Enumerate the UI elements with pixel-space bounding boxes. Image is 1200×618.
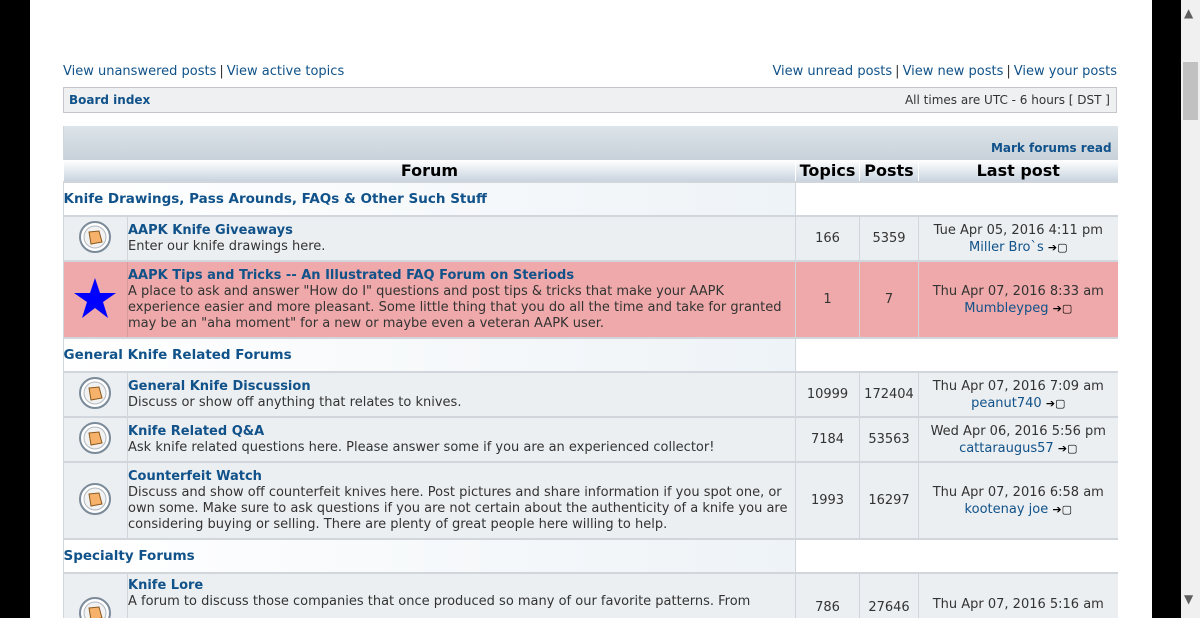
posts-count: 16297 [859, 461, 919, 539]
category-row: General Knife Related Forums [63, 337, 1118, 372]
last-post-author-link[interactable]: Mumbleypeg [964, 301, 1048, 316]
forum-row: General Knife Discussion Discuss or show … [63, 371, 1118, 417]
last-post-date: Thu Apr 07, 2016 8:33 am [932, 283, 1104, 299]
category-row: Specialty Forums [63, 538, 1118, 573]
last-post-author-link[interactable]: peanut740 [971, 396, 1042, 411]
topics-count: 1993 [795, 461, 860, 539]
forum-read-icon [79, 421, 112, 454]
forum-column-header: Forum [63, 160, 796, 182]
view-latest-post-icon[interactable]: ➔▢ [1052, 503, 1072, 516]
view-latest-post-icon[interactable]: ➔▢ [1053, 302, 1073, 315]
posts-count: 172404 [859, 371, 919, 417]
view-unanswered-posts-link[interactable]: View unanswered posts [63, 64, 216, 79]
view-latest-post-icon[interactable]: ➔▢ [1048, 241, 1068, 254]
posts-column-header: Posts [859, 160, 919, 182]
view-active-topics-link[interactable]: View active topics [227, 64, 344, 79]
topics-count: 1 [795, 260, 860, 338]
last-post-date: Thu Apr 07, 2016 6:58 am [932, 484, 1104, 500]
posts-count: 53563 [859, 416, 919, 462]
topics-column-header: Topics [795, 160, 860, 182]
scrollbar-thumb[interactable] [1183, 62, 1198, 120]
forum-read-icon [79, 220, 112, 253]
link-separator: | [895, 64, 900, 79]
view-your-posts-link[interactable]: View your posts [1014, 64, 1117, 79]
link-separator: | [1006, 64, 1011, 79]
forum-description: A forum to discuss those companies that … [128, 594, 751, 609]
breadcrumb-bar: Board index All times are UTC - 6 hours … [63, 87, 1117, 113]
last-post-date: Thu Apr 07, 2016 7:09 am [932, 378, 1104, 394]
topics-count: 166 [795, 215, 860, 261]
last-post-date: Tue Apr 05, 2016 4:11 pm [933, 222, 1103, 238]
forum-row: Knife Related Q&A Ask knife related quest… [63, 416, 1118, 462]
last-post-author-link[interactable]: Miller Bro`s [969, 240, 1044, 255]
forum-list-table: Mark forums read Forum Topics Posts Last… [63, 126, 1118, 618]
category-link[interactable]: General Knife Related Forums [64, 347, 292, 363]
view-unread-posts-link[interactable]: View unread posts [772, 64, 892, 79]
forum-description: Ask knife related questions here. Please… [128, 439, 715, 455]
forum-read-icon [79, 482, 112, 515]
last-post-author-link[interactable]: kootenay joe [965, 502, 1049, 517]
last-post-column-header: Last post [917, 160, 1118, 182]
topics-count: 10999 [795, 371, 860, 417]
posts-count: 27646 [859, 572, 919, 618]
forum-description: Enter our knife drawings here. [128, 238, 326, 254]
last-post-date: Thu Apr 07, 2016 5:16 am [932, 597, 1104, 612]
category-link[interactable]: Knife Drawings, Pass Arounds, FAQs & Oth… [64, 191, 487, 207]
topics-count: 786 [795, 572, 860, 618]
forum-title-link[interactable]: AAPK Knife Giveaways [128, 223, 293, 238]
forum-row: AAPK Knife Giveaways Enter our knife draw… [63, 215, 1118, 261]
forum-description: A place to ask and answer "How do I" que… [128, 283, 782, 331]
forum-title-link[interactable]: Counterfeit Watch [128, 469, 262, 484]
forum-page: View unanswered posts | View active topics… [30, 0, 1152, 618]
forum-row: Knife Lore A forum to discuss those compa… [63, 572, 1118, 618]
view-new-posts-link[interactable]: View new posts [903, 64, 1004, 79]
posts-count: 7 [859, 260, 919, 338]
timezone-info: All times are UTC - 6 hours [ DST ] [904, 93, 1110, 107]
top-links: View unanswered posts | View active topics… [63, 64, 1117, 82]
category-link[interactable]: Specialty Forums [64, 548, 195, 564]
mark-forums-read-link[interactable]: Mark forums read [991, 141, 1118, 160]
topics-count: 7184 [795, 416, 860, 462]
forum-title-link[interactable]: Knife Lore [128, 578, 203, 593]
forum-description: Discuss or show off anything that relate… [128, 394, 462, 410]
forum-read-icon [79, 597, 112, 618]
vertical-scrollbar[interactable]: ▲ ▼ [1181, 0, 1200, 618]
last-post-author-link[interactable]: cattaraugus57 [959, 441, 1054, 456]
forum-description: Discuss and show off counterfeit knives … [128, 484, 788, 532]
scroll-up-arrow-icon[interactable]: ▲ [1184, 6, 1193, 20]
last-post-date: Wed Apr 06, 2016 5:56 pm [930, 423, 1106, 439]
forum-read-icon [79, 376, 112, 409]
star-icon [74, 277, 117, 318]
forum-row: Counterfeit Watch Discuss and show off co… [63, 461, 1118, 539]
forum-title-link[interactable]: General Knife Discussion [128, 379, 311, 394]
category-row: Knife Drawings, Pass Arounds, FAQs & Oth… [63, 181, 1118, 216]
link-separator: | [219, 64, 224, 79]
forum-title-link[interactable]: Knife Related Q&A [128, 424, 264, 439]
view-latest-post-icon[interactable]: ➔▢ [1046, 397, 1066, 410]
scroll-down-arrow-icon[interactable]: ▼ [1184, 592, 1193, 606]
board-index-link[interactable]: Board index [69, 93, 150, 107]
forum-row: AAPK Tips and Tricks -- An Illustrated F… [63, 260, 1118, 338]
table-header-row: Forum Topics Posts Last post [63, 160, 1118, 182]
view-latest-post-icon[interactable]: ➔▢ [1058, 442, 1078, 455]
mark-read-row: Mark forums read [63, 126, 1118, 160]
posts-count: 5359 [859, 215, 919, 261]
forum-title-link[interactable]: AAPK Tips and Tricks -- An Illustrated F… [128, 268, 574, 283]
